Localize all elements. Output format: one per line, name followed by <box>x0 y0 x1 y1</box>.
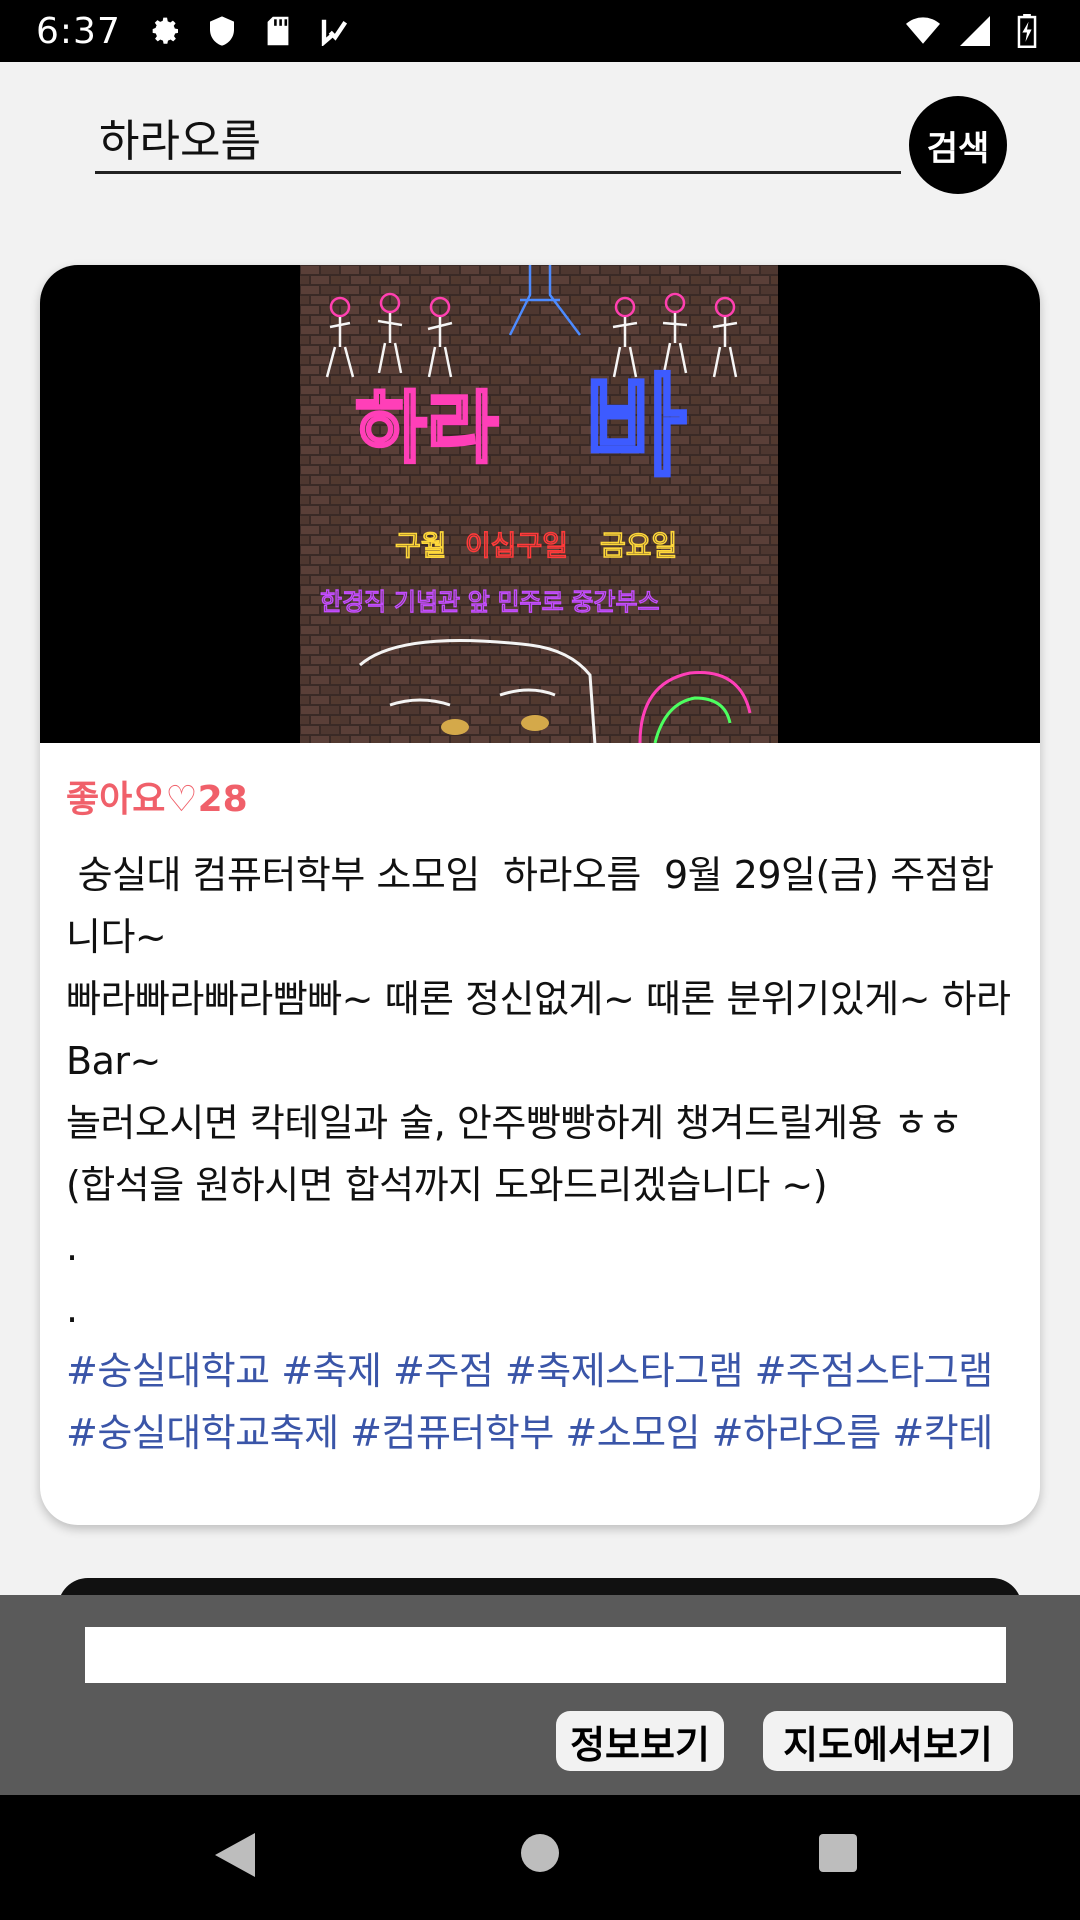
battery-icon <box>1010 14 1044 48</box>
check-icon <box>317 14 351 48</box>
post-image: 하라 바 구월 이십구일 금요일 한경직 기념관 앞 민주로 중간부스 <box>300 265 778 743</box>
post-body: 좋아요♡28 숭실대 컴퓨터학부 소모임 하라오름 9월 29일(금) 주점합니… <box>66 770 1016 1464</box>
signal-icon <box>958 14 992 48</box>
status-time: 6:37 <box>36 10 121 52</box>
status-bar: 6:37 <box>0 0 1080 62</box>
image-line1-b: 이십구일 <box>465 529 568 562</box>
search-input[interactable] <box>95 102 901 174</box>
search-bar: 검색 <box>0 62 1080 222</box>
status-icons-right <box>906 14 1044 48</box>
navigation-bar <box>0 1795 1080 1920</box>
view-info-button[interactable]: 정보보기 <box>556 1711 724 1771</box>
post-caption: 숭실대 컴퓨터학부 소모임 하라오름 9월 29일(금) 주점합니다~ 빠라빠라… <box>66 853 1011 1331</box>
recent-apps-icon[interactable] <box>819 1834 857 1872</box>
image-line2: 한경직 기념관 앞 민주로 중간부스 <box>320 588 660 616</box>
status-icons-left <box>149 14 351 48</box>
bottom-panel: 정보보기 지도에서보기 <box>0 1595 1080 1795</box>
gear-icon <box>149 14 183 48</box>
image-line1-c: 금요일 <box>600 529 677 562</box>
image-line1-a: 구월 <box>395 529 447 562</box>
image-title-right: 바 <box>585 363 686 491</box>
post-image-container: 하라 바 구월 이십구일 금요일 한경직 기념관 앞 민주로 중간부스 <box>40 265 1040 743</box>
post-card[interactable]: 하라 바 구월 이십구일 금요일 한경직 기념관 앞 민주로 중간부스 좋아요♡… <box>40 265 1040 1525</box>
wifi-icon <box>906 14 940 48</box>
view-on-map-button[interactable]: 지도에서보기 <box>763 1711 1013 1771</box>
sd-card-icon <box>261 14 295 48</box>
home-icon[interactable] <box>521 1834 559 1872</box>
shield-icon <box>205 14 239 48</box>
back-icon[interactable] <box>215 1833 255 1877</box>
selected-place-field[interactable] <box>85 1627 1006 1683</box>
post-hashtags[interactable]: #숭실대학교 #축제 #주점 #축제스타그램 #주점스타그램 #숭실대학교축제 … <box>66 1340 1016 1464</box>
image-title-left: 하라 <box>355 384 499 474</box>
search-button[interactable]: 검색 <box>909 96 1007 194</box>
likes-count[interactable]: 좋아요♡28 <box>66 770 1016 822</box>
